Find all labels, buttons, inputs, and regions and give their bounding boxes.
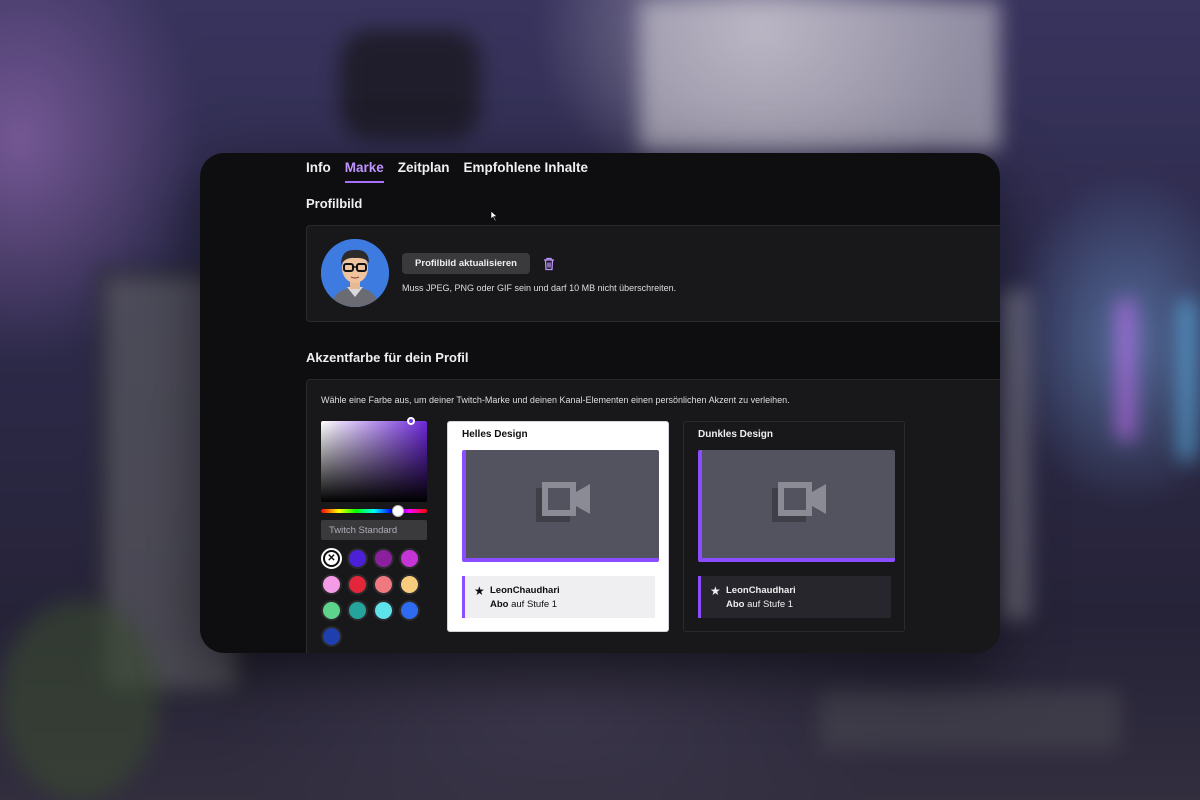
- color-swatch[interactable]: [373, 548, 394, 569]
- avatar: [321, 239, 389, 307]
- color-swatch[interactable]: [373, 600, 394, 621]
- tab-zeitplan[interactable]: Zeitplan: [398, 160, 450, 183]
- hue-slider[interactable]: [321, 505, 427, 517]
- light-theme-title: Helles Design: [462, 429, 528, 440]
- color-swatch[interactable]: [373, 574, 394, 595]
- color-saturation-picker[interactable]: [321, 417, 427, 502]
- update-profile-picture-button[interactable]: Profilbild aktualisieren: [402, 253, 530, 274]
- accent-description: Wähle eine Farbe aus, um deiner Twitch-M…: [321, 395, 790, 405]
- color-value-input[interactable]: [321, 520, 427, 540]
- close-circle-icon: ✕: [325, 552, 338, 565]
- settings-window: Info Marke Zeitplan Empfohlene Inhalte P…: [200, 153, 1000, 653]
- subscriber-card: ★ LeonChaudhari Abo auf Stufe 1: [698, 576, 891, 618]
- video-placeholder: [698, 450, 895, 562]
- subscriber-tier: Abo auf Stufe 1: [726, 599, 794, 610]
- color-swatch[interactable]: [399, 600, 420, 621]
- color-swatch[interactable]: [347, 548, 368, 569]
- profile-picture-panel: Profilbild aktualisieren Muss JPEG, PNG …: [306, 225, 1000, 322]
- color-swatch[interactable]: [321, 574, 342, 595]
- subscriber-name: LeonChaudhari: [490, 585, 560, 596]
- tab-marke[interactable]: Marke: [344, 160, 384, 183]
- color-swatch[interactable]: [399, 548, 420, 569]
- star-icon: ★: [474, 584, 485, 598]
- video-camera-icon: [772, 482, 826, 522]
- dark-theme-preview: Dunkles Design ★ LeonChaudhari Abo auf S…: [683, 421, 905, 632]
- subscriber-card: ★ LeonChaudhari Abo auf Stufe 1: [462, 576, 655, 618]
- subscriber-name: LeonChaudhari: [726, 585, 796, 596]
- subscriber-tier: Abo auf Stufe 1: [490, 599, 558, 610]
- profile-picture-heading: Profilbild: [306, 196, 363, 211]
- color-swatch[interactable]: [399, 574, 420, 595]
- color-swatch[interactable]: [347, 574, 368, 595]
- color-swatches: ✕: [321, 548, 431, 647]
- profile-picture-hint: Muss JPEG, PNG oder GIF sein und darf 10…: [402, 283, 677, 293]
- trash-icon[interactable]: [542, 257, 556, 271]
- color-swatch[interactable]: [321, 600, 342, 621]
- tab-empfohlene-inhalte[interactable]: Empfohlene Inhalte: [464, 160, 589, 183]
- settings-tabs: Info Marke Zeitplan Empfohlene Inhalte: [306, 160, 588, 183]
- accent-color-panel: Wähle eine Farbe aus, um deiner Twitch-M…: [306, 379, 1000, 653]
- accent-color-heading: Akzentfarbe für dein Profil: [306, 350, 469, 365]
- color-swatch[interactable]: [321, 626, 342, 647]
- star-icon: ★: [710, 584, 721, 598]
- dark-theme-title: Dunkles Design: [698, 429, 774, 440]
- color-picker-handle[interactable]: [407, 417, 415, 425]
- tab-info[interactable]: Info: [306, 160, 331, 183]
- color-swatch[interactable]: [347, 600, 368, 621]
- mouse-cursor-icon: [491, 211, 498, 221]
- video-camera-icon: [536, 482, 590, 522]
- color-swatch-default[interactable]: ✕: [321, 548, 342, 569]
- hue-slider-handle[interactable]: [392, 505, 404, 517]
- video-placeholder: [462, 450, 659, 562]
- light-theme-preview: Helles Design ★ LeonChaudhari Abo auf St…: [447, 421, 669, 632]
